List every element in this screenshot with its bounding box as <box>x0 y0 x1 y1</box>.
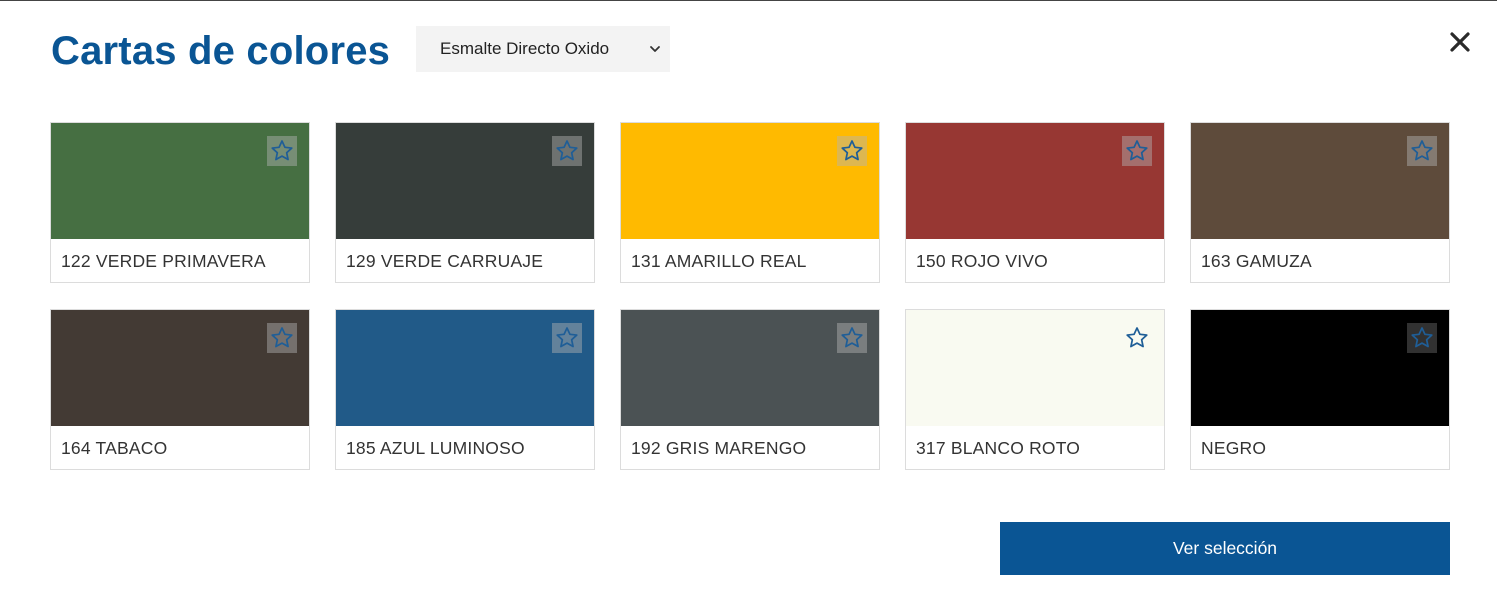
star-icon <box>271 327 293 348</box>
color-grid: 122 VERDE PRIMAVERA 129 VERDE CARRUAJE 1… <box>50 122 1450 470</box>
page-title: Cartas de colores <box>51 29 391 73</box>
color-card[interactable]: 150 ROJO VIVO <box>905 122 1165 283</box>
favorite-button[interactable] <box>1122 323 1152 353</box>
color-label: 164 TABACO <box>61 438 168 458</box>
star-icon <box>841 327 863 348</box>
color-card[interactable]: 131 AMARILLO REAL <box>620 122 880 283</box>
color-label: 192 GRIS MARENGO <box>631 438 807 458</box>
star-icon <box>271 140 293 161</box>
favorite-button[interactable] <box>552 136 582 166</box>
view-selection-button[interactable]: Ver selección <box>1000 522 1450 575</box>
color-label: NEGRO <box>1201 438 1267 458</box>
favorite-button[interactable] <box>1407 323 1437 353</box>
star-icon <box>1411 140 1433 161</box>
star-icon <box>556 327 578 348</box>
color-label: 129 VERDE CARRUAJE <box>346 251 544 271</box>
favorite-button[interactable] <box>837 136 867 166</box>
chevron-down-icon <box>650 46 660 52</box>
color-label: 150 ROJO VIVO <box>916 251 1048 271</box>
color-label: 122 VERDE PRIMAVERA <box>61 251 266 271</box>
color-card[interactable]: 164 TABACO <box>50 309 310 470</box>
color-card[interactable]: 122 VERDE PRIMAVERA <box>50 122 310 283</box>
color-label: 317 BLANCO ROTO <box>916 438 1081 458</box>
star-icon <box>556 140 578 161</box>
product-select[interactable]: Esmalte Directo Oxido <box>416 26 670 72</box>
favorite-button[interactable] <box>267 323 297 353</box>
color-card[interactable]: 317 BLANCO ROTO <box>905 309 1165 470</box>
color-label: 131 AMARILLO REAL <box>631 251 807 271</box>
close-icon[interactable] <box>1448 30 1472 54</box>
star-icon <box>1126 140 1148 161</box>
color-label: 185 AZUL LUMINOSO <box>346 438 525 458</box>
color-card[interactable]: 163 GAMUZA <box>1190 122 1450 283</box>
color-card[interactable]: 185 AZUL LUMINOSO <box>335 309 595 470</box>
color-card[interactable]: NEGRO <box>1190 309 1450 470</box>
favorite-button[interactable] <box>1122 136 1152 166</box>
favorite-button[interactable] <box>552 323 582 353</box>
product-select-value: Esmalte Directo Oxido <box>440 39 610 58</box>
favorite-button[interactable] <box>267 136 297 166</box>
color-card[interactable]: 192 GRIS MARENGO <box>620 309 880 470</box>
color-card[interactable]: 129 VERDE CARRUAJE <box>335 122 595 283</box>
favorite-button[interactable] <box>837 323 867 353</box>
favorite-button[interactable] <box>1407 136 1437 166</box>
color-chart-modal: Cartas de colores Esmalte Directo Oxido … <box>0 0 1497 598</box>
star-icon <box>841 140 863 161</box>
star-icon <box>1411 327 1433 348</box>
color-label: 163 GAMUZA <box>1201 251 1312 271</box>
star-icon <box>1126 327 1148 348</box>
